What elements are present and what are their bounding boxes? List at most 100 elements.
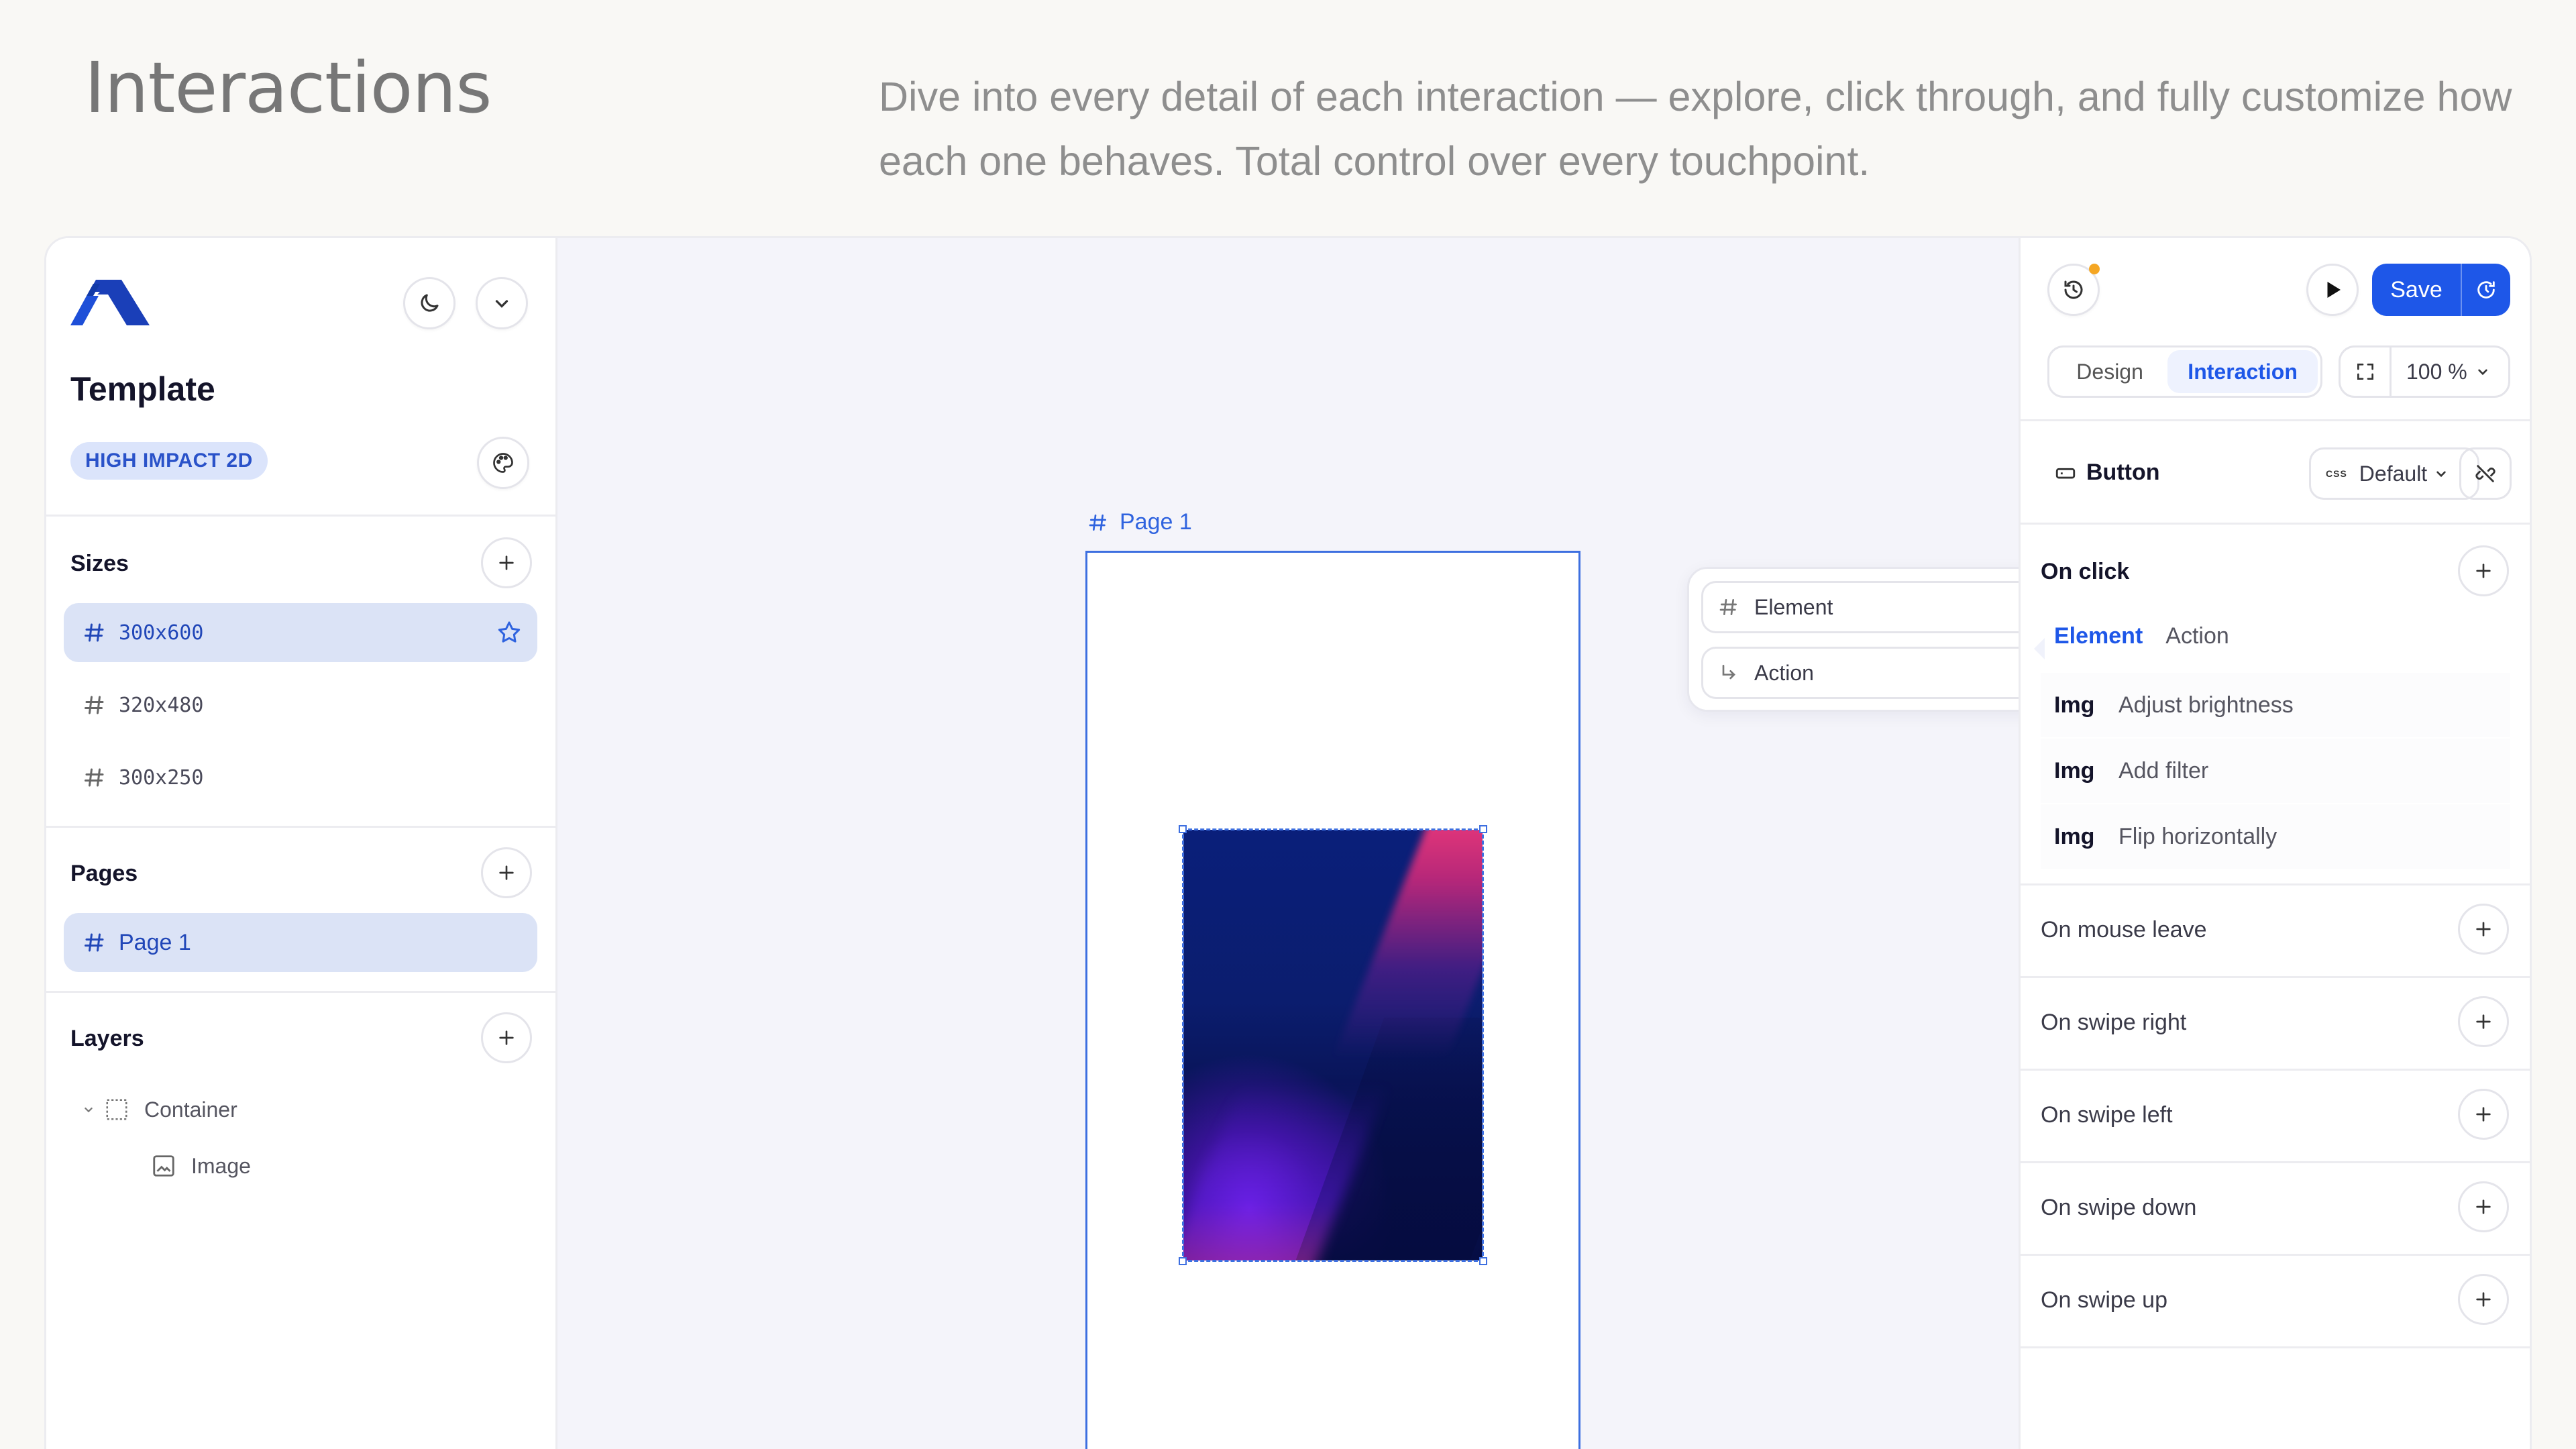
- selected-type-label: Button: [2086, 460, 2160, 485]
- plus-icon: [2476, 1107, 2491, 1122]
- add-layer-button[interactable]: [481, 1012, 532, 1063]
- add-on-click-button[interactable]: [2458, 545, 2509, 596]
- plus-icon: [2476, 922, 2491, 936]
- selected-element-type: Button: [2054, 460, 2160, 486]
- element-select[interactable]: Element: [1701, 581, 2059, 633]
- hash-icon: [85, 933, 104, 952]
- palette-button[interactable]: [477, 437, 529, 489]
- autosave-toggle[interactable]: [2462, 278, 2510, 301]
- action-item-adjust-brightness[interactable]: Img Adjust brightness: [2041, 673, 2510, 737]
- chevron-down-icon: [2478, 369, 2487, 376]
- event-on-swipe-left: On swipe left: [2041, 1102, 2173, 1128]
- moon-icon: [421, 294, 439, 312]
- button-icon: [2055, 468, 2076, 478]
- canvas-image-element[interactable]: [1183, 830, 1483, 1260]
- event-on-mouse-leave: On mouse leave: [2041, 917, 2207, 943]
- tab-design[interactable]: Design: [2052, 350, 2167, 393]
- hash-icon: [1089, 514, 1106, 531]
- right-panel: Save Design Interaction 100 % Button CSS…: [2019, 238, 2530, 1449]
- add-on-swipe-up-button[interactable]: [2458, 1274, 2509, 1325]
- layer-label: Container: [144, 1097, 237, 1122]
- size-item-320x480[interactable]: 320x480: [64, 676, 537, 735]
- container-icon: [106, 1099, 127, 1120]
- add-page-button[interactable]: [481, 847, 532, 898]
- panel-divider: [2021, 1254, 2530, 1256]
- page-item-page-1[interactable]: Page 1: [64, 913, 537, 972]
- add-size-button[interactable]: [481, 537, 532, 588]
- menu-dropdown-button[interactable]: [476, 277, 528, 329]
- size-item-300x600[interactable]: 300x600: [64, 603, 537, 662]
- plus-icon: [2476, 1199, 2491, 1214]
- chevron-down-icon: [2436, 471, 2446, 478]
- sync-icon: [2477, 281, 2495, 299]
- action-kind: Img: [2054, 692, 2095, 718]
- add-on-mouse-leave-button[interactable]: [2458, 904, 2509, 955]
- editor-window: Template HIGH IMPACT 2D Sizes 300x600 32…: [44, 236, 2532, 1449]
- fullscreen-button[interactable]: [2341, 347, 2392, 396]
- action-item-flip-horizontally[interactable]: Img Flip horizontally: [2041, 804, 2510, 869]
- on-click-tabs: Element Action: [2054, 623, 2229, 649]
- layer-item-container[interactable]: Container: [81, 1097, 237, 1122]
- hash-icon: [85, 696, 104, 714]
- action-kind: Img: [2054, 823, 2095, 849]
- element-select-label: Element: [1754, 594, 1833, 619]
- action-select[interactable]: Action: [1701, 647, 2059, 699]
- action-label: Add filter: [2118, 757, 2209, 784]
- history-icon: [2064, 280, 2083, 299]
- layers-heading: Layers: [70, 1026, 144, 1051]
- page-frame-title: Page 1: [1120, 509, 1192, 535]
- plus-icon: [499, 865, 514, 880]
- sizes-heading: Sizes: [70, 551, 129, 576]
- hash-icon: [1719, 599, 1737, 615]
- notification-dot: [2089, 264, 2100, 274]
- add-on-swipe-right-button[interactable]: [2458, 996, 2509, 1047]
- template-badge: HIGH IMPACT 2D: [70, 442, 268, 480]
- tab-element[interactable]: Element: [2054, 623, 2143, 649]
- action-label: Adjust brightness: [2118, 692, 2294, 718]
- tab-interaction[interactable]: Interaction: [2167, 350, 2318, 393]
- mode-segmented-control: Design Interaction: [2047, 345, 2322, 398]
- panel-divider: [2021, 883, 2530, 885]
- design-canvas[interactable]: Page 1 Element Action: [557, 238, 2070, 1449]
- panel-divider: [2021, 1161, 2530, 1163]
- panel-divider: [2021, 976, 2530, 978]
- panel-divider: [2021, 419, 2530, 421]
- plus-icon: [499, 555, 514, 570]
- unlink-button[interactable]: [2459, 447, 2512, 500]
- page-frame-label[interactable]: Page 1: [1087, 509, 1192, 535]
- save-button[interactable]: Save: [2372, 264, 2510, 316]
- preview-play-button[interactable]: [2306, 264, 2359, 316]
- on-click-heading: On click: [2041, 559, 2130, 584]
- state-select-value: Default: [2359, 461, 2428, 486]
- brand-logo-icon[interactable]: [70, 280, 150, 325]
- zoom-select[interactable]: 100 %: [2392, 360, 2491, 384]
- state-select[interactable]: CSS Default: [2309, 447, 2479, 500]
- page-label: Page 1: [119, 929, 191, 955]
- action-select-label: Action: [1754, 660, 1814, 685]
- star-icon[interactable]: [496, 619, 523, 646]
- layer-item-image[interactable]: Image: [151, 1153, 251, 1179]
- tab-action[interactable]: Action: [2165, 623, 2229, 649]
- size-item-300x250[interactable]: 300x250: [64, 748, 537, 807]
- dark-mode-toggle[interactable]: [403, 277, 455, 329]
- zoom-value: 100 %: [2406, 359, 2467, 384]
- size-label: 320x480: [119, 693, 204, 717]
- css-tag: CSS: [2326, 468, 2347, 479]
- sidebar-divider: [46, 515, 555, 517]
- chevron-down-icon[interactable]: [81, 1102, 96, 1117]
- size-label: 300x600: [119, 621, 204, 645]
- action-item-add-filter[interactable]: Img Add filter: [2041, 739, 2510, 803]
- add-on-swipe-down-button[interactable]: [2458, 1181, 2509, 1232]
- hero-title: Interactions: [85, 47, 492, 129]
- add-on-swipe-left-button[interactable]: [2458, 1089, 2509, 1140]
- plus-icon: [2476, 1292, 2491, 1307]
- chevron-down-icon: [495, 300, 508, 308]
- sidebar-divider: [46, 826, 555, 828]
- event-on-swipe-down: On swipe down: [2041, 1195, 2197, 1220]
- save-label: Save: [2390, 276, 2443, 303]
- plus-icon: [2476, 1014, 2491, 1029]
- panel-divider: [2021, 1069, 2530, 1071]
- fullscreen-icon: [2357, 364, 2373, 380]
- image-icon: [153, 1155, 174, 1177]
- hash-icon: [85, 768, 104, 787]
